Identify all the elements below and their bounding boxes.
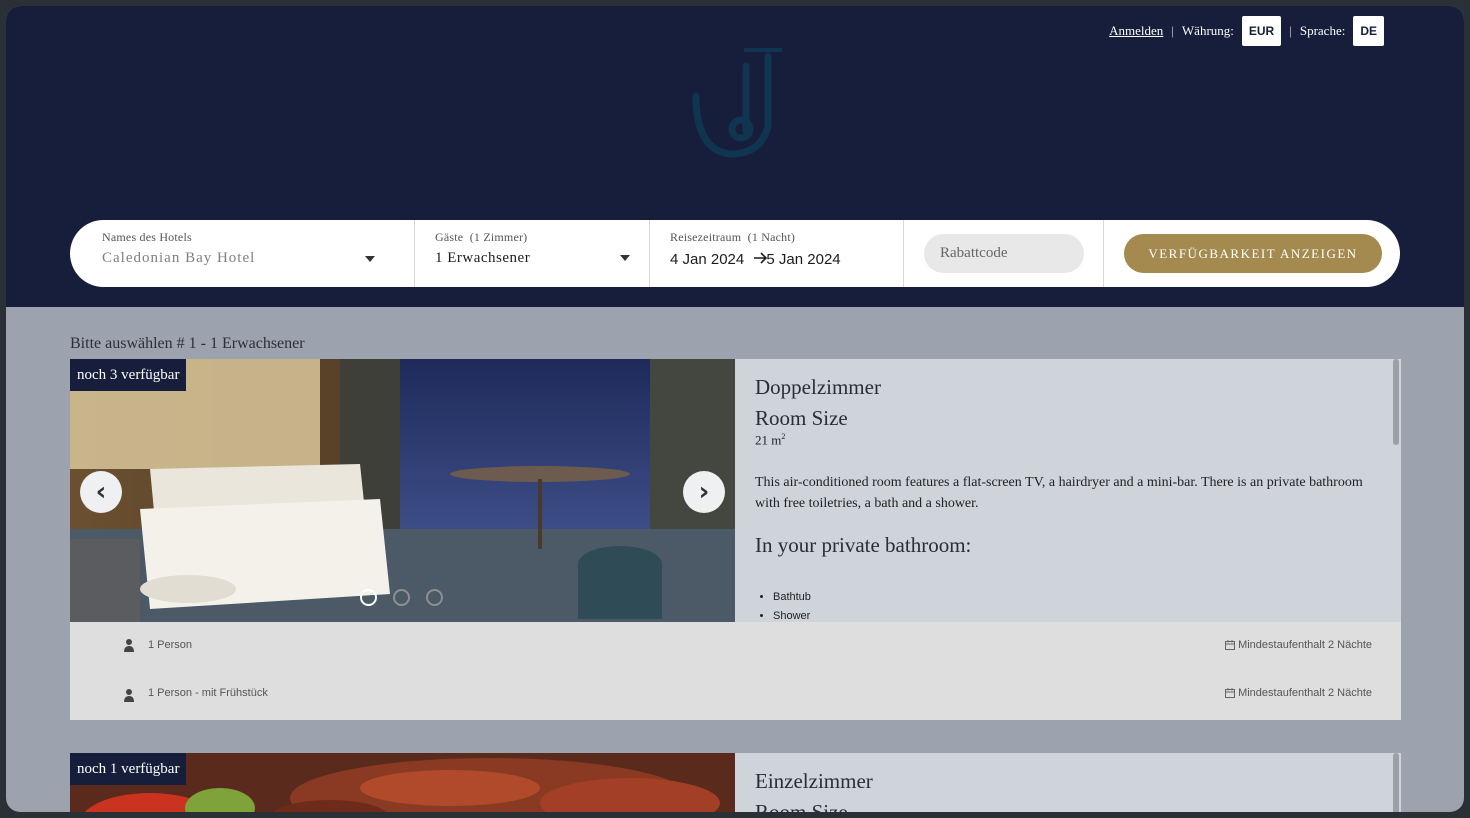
carousel-dots [360, 589, 443, 606]
hotel-select[interactable]: Names des Hotels Caledonian Bay Hotel [70, 220, 415, 287]
room-name: Doppelzimmer [755, 375, 881, 399]
room-card: noch 3 verfügbar ‹ › Doppelzimmer Room S… [70, 359, 1401, 720]
chevron-down-icon [620, 255, 630, 261]
carousel-dot[interactable] [393, 589, 410, 606]
bathroom-title: In your private bathroom: [755, 533, 972, 558]
availability-badge: noch 1 verfügbar [70, 753, 187, 785]
login-link[interactable]: Anmelden [1109, 23, 1163, 39]
chevron-down-icon [365, 256, 375, 262]
top-utility-bar: Anmelden | Währung: EUR | Sprache: DE [1109, 16, 1384, 46]
room-photo-carousel[interactable]: noch 3 verfügbar ‹ › [70, 359, 735, 622]
separator: | [1171, 23, 1174, 38]
room-size-value: 21 m2 [755, 432, 786, 448]
language-selector[interactable]: DE [1353, 16, 1384, 46]
dates-label: Reisezeitraum (1 Nacht) [670, 230, 796, 244]
carousel-dot[interactable] [426, 589, 443, 606]
dates-value: 4 Jan 2024 5 Jan 2024 [670, 251, 871, 268]
chevron-left-icon: ‹ [95, 477, 107, 507]
room-name: Einzelzimmer [755, 769, 873, 793]
rate-label: 1 Person - mit Frühstück [148, 687, 268, 699]
room-photo [70, 359, 735, 622]
end-date: 5 Jan 2024 [766, 251, 841, 268]
min-stay-info: Mindestaufenthalt 2 Nächte [1225, 687, 1372, 699]
hotel-logo[interactable] [686, 46, 786, 166]
rate-list: 1 Person Mindestaufenthalt 2 Nächte 1 Pe… [70, 622, 1401, 720]
details-scrollbar[interactable] [1393, 753, 1399, 812]
amenity-item: Bathtub [773, 591, 1381, 603]
min-stay-info: Mindestaufenthalt 2 Nächte [1225, 639, 1372, 651]
promo-code-wrapper: Rabattcode [904, 220, 1104, 287]
guests-value: 1 Erwachsener [435, 250, 531, 266]
start-date: 4 Jan 2024 [670, 251, 745, 268]
room-photo-carousel[interactable]: noch 1 verfügbar [70, 753, 735, 812]
rate-row[interactable]: 1 Person Mindestaufenthalt 2 Nächte [70, 630, 1401, 660]
site-header: Anmelden | Währung: EUR | Sprache: DE Na… [6, 6, 1464, 307]
carousel-prev-button[interactable]: ‹ [80, 471, 122, 513]
amenity-item: Shower [773, 610, 1381, 622]
arrow-right-icon [754, 251, 768, 268]
availability-badge: noch 3 verfügbar [70, 359, 187, 391]
carousel-next-button[interactable]: › [683, 471, 725, 513]
room-description: This air-conditioned room features a fla… [755, 475, 1363, 512]
language-label: Sprache: [1299, 23, 1346, 38]
show-availability-button[interactable]: VERFÜGBARKEIT ANZEIGEN [1124, 234, 1382, 273]
room-size-title: Room Size [755, 800, 848, 812]
calendar-icon [1225, 640, 1236, 650]
section-title: Bitte auswählen # 1 - 1 Erwachsener [70, 335, 305, 352]
promo-code-input[interactable]: Rabattcode [924, 234, 1084, 273]
booking-search-bar: Names des Hotels Caledonian Bay Hotel Gä… [70, 220, 1400, 287]
room-size-title: Room Size [755, 406, 848, 430]
rate-label: 1 Person [148, 639, 193, 651]
browser-viewport: Anmelden | Währung: EUR | Sprache: DE Na… [6, 6, 1464, 812]
hotel-label: Names des Hotels [102, 230, 192, 244]
room-details: Doppelzimmer Room Size 21 m2 This air-co… [735, 359, 1401, 622]
currency-selector[interactable]: EUR [1241, 16, 1282, 46]
room-card: noch 1 verfügbar Einzelzimmer Room Size [70, 753, 1401, 812]
room-details: Einzelzimmer Room Size [735, 753, 1401, 812]
currency-label: Währung: [1181, 23, 1234, 38]
guests-select[interactable]: Gäste (1 Zimmer) 1 Erwachsener [415, 220, 650, 287]
date-range-picker[interactable]: Reisezeitraum (1 Nacht) 4 Jan 2024 5 Jan… [650, 220, 904, 287]
calendar-icon [1225, 688, 1236, 698]
person-icon [124, 639, 134, 652]
person-icon [124, 689, 134, 702]
separator: | [1289, 23, 1292, 38]
details-scrollbar[interactable] [1393, 359, 1399, 445]
rate-row[interactable]: 1 Person - mit Frühstück Mindestaufentha… [70, 678, 1401, 708]
bathroom-amenities-list: Bathtub Shower [773, 591, 1381, 622]
hotel-value: Caledonian Bay Hotel [102, 250, 256, 266]
carousel-dot[interactable] [360, 589, 377, 606]
guests-label: Gäste (1 Zimmer) [435, 230, 528, 244]
chevron-right-icon: › [698, 477, 710, 507]
